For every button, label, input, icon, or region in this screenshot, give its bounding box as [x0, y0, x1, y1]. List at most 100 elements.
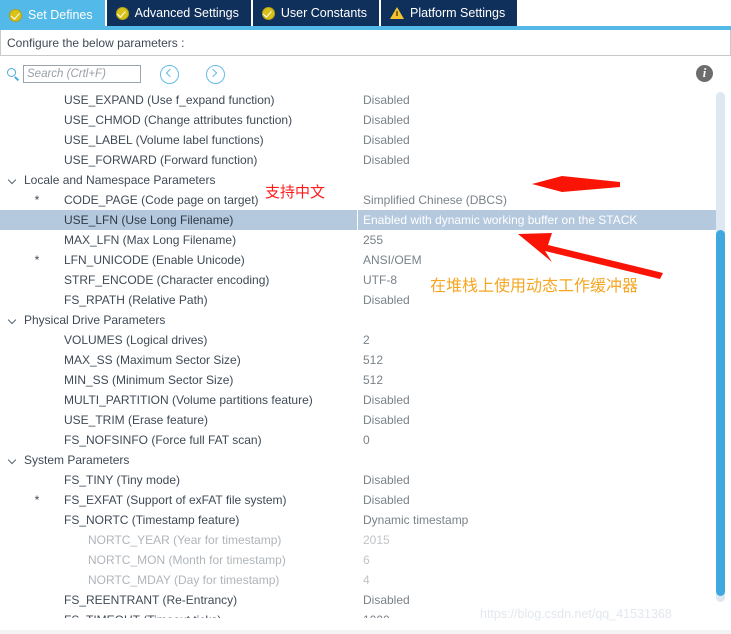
- parameter-row[interactable]: FS_NOFSINFO (Force full FAT scan) 0: [0, 430, 716, 450]
- previous-match-button[interactable]: [160, 64, 179, 84]
- parameter-row[interactable]: USE_FORWARD (Forward function) Disabled: [0, 150, 716, 170]
- tab-platform-settings[interactable]: Platform Settings: [381, 0, 518, 26]
- parameter-value[interactable]: 255: [363, 233, 383, 247]
- parameter-value[interactable]: Enabled with dynamic working buffer on t…: [363, 213, 637, 227]
- parameter-row[interactable]: MULTI_PARTITION (Volume partitions featu…: [0, 390, 716, 410]
- parameter-group-label: System Parameters: [24, 453, 130, 467]
- parameter-row[interactable]: NORTC_MDAY (Day for timestamp) 4: [0, 570, 716, 590]
- vertical-scrollbar-track[interactable]: [716, 92, 725, 602]
- check-circle-icon: [9, 8, 22, 22]
- parameter-group-header[interactable]: Locale and Namespace Parameters: [0, 170, 716, 190]
- tab-label: Platform Settings: [410, 5, 506, 20]
- next-match-button[interactable]: [206, 64, 225, 84]
- parameter-name: NORTC_MDAY (Day for timestamp): [88, 573, 280, 587]
- parameter-value[interactable]: Disabled: [363, 93, 410, 107]
- parameter-name: FS_TINY (Tiny mode): [64, 473, 181, 487]
- parameter-row[interactable]: * FS_EXFAT (Support of exFAT file system)…: [0, 490, 716, 510]
- parameter-name: NORTC_YEAR (Year for timestamp): [88, 533, 282, 547]
- asterisk-marker: *: [34, 253, 40, 267]
- chevron-down-icon[interactable]: [8, 175, 18, 185]
- parameter-name: MAX_LFN (Max Long Filename): [64, 233, 237, 247]
- parameter-name: USE_TRIM (Erase feature): [64, 413, 209, 427]
- parameter-group-header[interactable]: Physical Drive Parameters: [0, 310, 716, 330]
- parameter-row[interactable]: FS_REENTRANT (Re-Entrancy) Disabled: [0, 590, 716, 610]
- check-circle-icon: [115, 6, 129, 20]
- parameter-row[interactable]: * LFN_UNICODE (Enable Unicode) ANSI/OEM: [0, 250, 716, 270]
- parameter-value[interactable]: Disabled: [363, 113, 410, 127]
- parameter-row[interactable]: USE_CHMOD (Change attributes function) Di…: [0, 110, 716, 130]
- parameter-name: FS_NORTC (Timestamp feature): [64, 513, 240, 527]
- bottom-edge: [0, 630, 731, 634]
- warning-triangle-icon: [390, 7, 405, 19]
- parameter-row[interactable]: VOLUMES (Logical drives) 2: [0, 330, 716, 350]
- parameter-row[interactable]: MAX_SS (Maximum Sector Size) 512: [0, 350, 716, 370]
- parameter-value[interactable]: Disabled: [363, 293, 410, 307]
- parameter-group-label: Physical Drive Parameters: [24, 313, 166, 327]
- configure-instruction-bar: Configure the below parameters :: [0, 30, 731, 56]
- tab-label: User Constants: [280, 5, 368, 20]
- chevron-down-icon[interactable]: [8, 315, 18, 325]
- parameter-row[interactable]: NORTC_MON (Month for timestamp) 6: [0, 550, 716, 570]
- parameter-row[interactable]: NORTC_YEAR (Year for timestamp) 2015: [0, 530, 716, 550]
- tab-user-constants[interactable]: User Constants: [252, 0, 380, 26]
- parameter-value[interactable]: Dynamic timestamp: [363, 513, 468, 527]
- parameter-row[interactable]: USE_LFN (Use Long Filename) Enabled with …: [0, 210, 716, 230]
- parameter-name: USE_EXPAND (Use f_expand function): [64, 93, 275, 107]
- parameter-name: CODE_PAGE (Code page on target): [64, 193, 259, 207]
- parameter-row[interactable]: MAX_LFN (Max Long Filename) 255: [0, 230, 716, 250]
- parameter-list[interactable]: USE_EXPAND (Use f_expand function) Disabl…: [0, 90, 716, 618]
- configure-instruction-text: Configure the below parameters :: [7, 35, 185, 50]
- parameter-value[interactable]: ANSI/OEM: [363, 253, 422, 267]
- parameter-name: FS_RPATH (Relative Path): [64, 293, 208, 307]
- parameter-name: USE_CHMOD (Change attributes function): [64, 113, 293, 127]
- tab-advanced-settings[interactable]: Advanced Settings: [106, 0, 251, 26]
- tab-label: Set Defines: [28, 7, 93, 22]
- parameter-name: MULTI_PARTITION (Volume partitions featu…: [64, 393, 313, 407]
- parameter-value[interactable]: 512: [363, 373, 383, 387]
- parameter-value[interactable]: 4: [363, 573, 370, 587]
- parameter-row[interactable]: STRF_ENCODE (Character encoding) UTF-8: [0, 270, 716, 290]
- parameter-value[interactable]: 1000: [363, 613, 390, 618]
- parameter-value[interactable]: Disabled: [363, 393, 410, 407]
- check-circle-icon: [261, 6, 275, 20]
- parameter-row[interactable]: USE_TRIM (Erase feature) Disabled: [0, 410, 716, 430]
- parameter-value[interactable]: 0: [363, 433, 370, 447]
- parameter-value[interactable]: 2: [363, 333, 370, 347]
- search-input[interactable]: [23, 65, 141, 83]
- parameter-row[interactable]: FS_NORTC (Timestamp feature) Dynamic time…: [0, 510, 716, 530]
- chevron-down-icon[interactable]: [8, 455, 18, 465]
- parameter-name: FS_TIMEOUT (Timeout ticks): [64, 613, 221, 618]
- parameter-name: USE_LABEL (Volume label functions): [64, 133, 264, 147]
- parameter-row[interactable]: MIN_SS (Minimum Sector Size) 512: [0, 370, 716, 390]
- parameter-group-header[interactable]: System Parameters: [0, 450, 716, 470]
- parameter-name: FS_REENTRANT (Re-Entrancy): [64, 593, 238, 607]
- parameter-name: USE_LFN (Use Long Filename): [64, 213, 234, 227]
- parameter-row[interactable]: FS_TIMEOUT (Timeout ticks) 1000: [0, 610, 716, 618]
- vertical-scrollbar-thumb[interactable]: [716, 230, 725, 596]
- parameter-name: USE_FORWARD (Forward function): [64, 153, 258, 167]
- tab-label: Advanced Settings: [134, 5, 239, 20]
- parameter-value[interactable]: UTF-8: [363, 273, 397, 287]
- parameter-row[interactable]: FS_TINY (Tiny mode) Disabled: [0, 470, 716, 490]
- parameter-value[interactable]: Disabled: [363, 593, 410, 607]
- parameter-row[interactable]: * CODE_PAGE (Code page on target) Simplifi…: [0, 190, 716, 210]
- parameter-row[interactable]: FS_RPATH (Relative Path) Disabled: [0, 290, 716, 310]
- parameter-value[interactable]: Disabled: [363, 153, 410, 167]
- parameter-value[interactable]: Disabled: [363, 473, 410, 487]
- parameter-value[interactable]: 512: [363, 353, 383, 367]
- parameter-value[interactable]: Disabled: [363, 493, 410, 507]
- parameter-value[interactable]: 2015: [363, 533, 390, 547]
- parameter-row[interactable]: USE_LABEL (Volume label functions) Disabl…: [0, 130, 716, 150]
- parameter-name: MAX_SS (Maximum Sector Size): [64, 353, 241, 367]
- parameter-name: LFN_UNICODE (Enable Unicode): [64, 253, 245, 267]
- tab-set-defines[interactable]: Set Defines: [0, 0, 105, 30]
- parameter-name: STRF_ENCODE (Character encoding): [64, 273, 270, 287]
- parameter-value[interactable]: Simplified Chinese (DBCS): [363, 193, 507, 207]
- parameter-value[interactable]: 6: [363, 553, 370, 567]
- parameter-name: FS_NOFSINFO (Force full FAT scan): [64, 433, 262, 447]
- parameter-row[interactable]: USE_EXPAND (Use f_expand function) Disabl…: [0, 90, 716, 110]
- parameter-value[interactable]: Disabled: [363, 413, 410, 427]
- column-separator: [357, 210, 358, 230]
- parameter-value[interactable]: Disabled: [363, 133, 410, 147]
- info-icon[interactable]: i: [696, 65, 713, 82]
